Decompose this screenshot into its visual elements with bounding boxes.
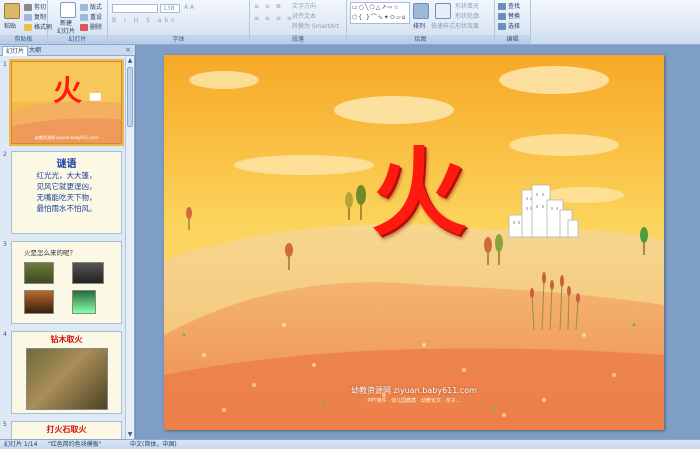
slide-index-status: 幻灯片 1/14 <box>4 441 38 448</box>
riddle-line: 红光光，大大篷， <box>36 171 97 180</box>
thumbnail-slide-3[interactable]: 火是怎么来的呢？ <box>11 241 122 324</box>
photo-image <box>24 262 54 284</box>
photo-image <box>24 290 54 314</box>
svg-text:火: 火 <box>53 74 82 108</box>
riddle-title: 谜语 <box>56 159 77 170</box>
find-button[interactable]: 查找 <box>498 1 520 10</box>
thumbnail-list: 1 火 幼教资源网 ziyuan.baby611.com 2 谜语 红光光，大大… <box>0 57 126 439</box>
arrange-icon <box>413 3 429 19</box>
copy-button[interactable]: 复制 <box>24 12 46 21</box>
shape-fill-button[interactable]: 形状填充 <box>455 1 479 10</box>
paste-button[interactable]: 粘贴 <box>4 21 16 30</box>
editing-group: 查找 替换 选择 编辑 <box>495 0 531 45</box>
smartart-button[interactable]: 转换为 SmartArt <box>292 21 339 30</box>
watermark-text: 幼教资源网 ziyuan.baby611.com <box>351 386 477 395</box>
editing-label: 编辑 <box>495 35 530 44</box>
scissors-icon <box>24 4 32 11</box>
thumbnail-slide-1[interactable]: 火 幼教资源网 ziyuan.baby611.com <box>9 59 124 146</box>
brush-icon <box>24 24 32 31</box>
drawing-group: ▭○╲⬠△↗⇨☆ ⬡{ }⌒∿✦⬭▱⌂ 排列 快速样式 形状填充 形状轮廓 形状效… <box>347 0 495 45</box>
scroll-up-icon[interactable]: ▲ <box>126 57 134 65</box>
thumb5-caption: 打火石取火 <box>46 424 87 434</box>
slides-label: 幻灯片 <box>48 35 107 44</box>
drawing-label: 绘图 <box>347 35 494 44</box>
photo-image <box>72 262 104 284</box>
theme-status: "红色简约色块模板" <box>48 441 102 448</box>
thumb-number: 3 <box>3 241 7 248</box>
find-icon <box>498 3 506 10</box>
quick-styles-button[interactable]: 快速样式 <box>431 21 455 30</box>
riddle-line: 无嘴能吃天下物， <box>36 193 97 202</box>
new-slide-button-line2[interactable]: 幻灯片 <box>57 26 75 35</box>
reset-icon <box>80 14 88 21</box>
photo-image <box>26 348 108 410</box>
shapes-gallery[interactable]: ▭○╲⬠△↗⇨☆ ⬡{ }⌒∿✦⬭▱⌂ <box>350 2 410 24</box>
text-direction-button[interactable]: 文字方向 <box>292 1 316 10</box>
slides-group: 新建 幻灯片 版式 重设 删除 幻灯片 <box>48 0 108 45</box>
panel-tabs: 幻灯片 大纲 × <box>0 45 135 56</box>
thumbnail-slide-4[interactable]: 钻木取火 <box>11 331 122 414</box>
font-size-combo[interactable]: 138 <box>160 4 180 13</box>
layout-icon <box>80 4 88 11</box>
thumbnail-scrollbar[interactable]: ▲ ▼ <box>125 57 134 439</box>
replace-button[interactable]: 替换 <box>498 11 520 20</box>
paste-icon <box>4 3 20 19</box>
arrange-button[interactable]: 排列 <box>413 21 425 30</box>
thumb-number: 5 <box>3 421 7 428</box>
select-icon <box>498 23 506 30</box>
quick-styles-icon <box>435 3 451 19</box>
clipboard-group: 粘贴 剪切 复制 格式刷 剪贴板 <box>0 0 52 45</box>
clipboard-label: 剪贴板 <box>0 35 47 44</box>
delete-icon <box>80 24 88 31</box>
cut-button[interactable]: 剪切 <box>24 2 46 11</box>
copy-icon <box>24 14 32 21</box>
thumb-number: 4 <box>3 331 7 338</box>
slides-panel: 幻灯片 大纲 × 1 火 幼教资源网 ziyuan.baby611.com 2 … <box>0 45 135 439</box>
align-text-button[interactable]: 对齐文本 <box>292 11 316 20</box>
thumbnail-slide-5[interactable]: 打火石取火 <box>11 421 122 439</box>
layout-button[interactable]: 版式 <box>80 2 102 11</box>
scroll-down-icon[interactable]: ▼ <box>126 431 134 439</box>
slide-canvas: 火 幼教资源网 ziyuan.baby611.com PPT课件 · 幼儿园教案… <box>136 45 700 439</box>
thumb1-scene: 火 <box>12 62 121 143</box>
close-icon[interactable]: × <box>125 46 131 54</box>
reset-button[interactable]: 重设 <box>80 12 102 21</box>
replace-icon <box>498 13 506 20</box>
thumb4-caption: 钻木取火 <box>50 334 83 344</box>
status-bar: 幻灯片 1/14 "红色简约色块模板" 中文(简体，中国) <box>0 439 700 449</box>
photo-image <box>72 290 96 314</box>
delete-button[interactable]: 删除 <box>80 22 102 31</box>
thumb-number: 1 <box>3 61 7 68</box>
watermark-subtext: PPT课件 · 幼儿园教案 · 幼教论文 · 亲子... <box>367 398 461 404</box>
scroll-thumb[interactable] <box>127 67 133 127</box>
font-name-combo[interactable] <box>112 4 158 13</box>
align-buttons[interactable]: ≡ ≡ ≡ ≡ <box>254 15 294 22</box>
riddle-line: 见风它就更逞凶， <box>36 182 97 191</box>
language-status[interactable]: 中文(简体，中国) <box>130 440 177 449</box>
ribbon: 粘贴 剪切 复制 格式刷 剪贴板 新建 幻灯片 版式 重设 删除 幻灯片 138… <box>0 0 700 45</box>
thumbnail-slide-2[interactable]: 谜语 红光光，大大篷， 见风它就更逞凶， 无嘴能吃天下物， 最怕雨水不怕风。 <box>11 151 122 234</box>
font-label: 字体 <box>108 35 249 44</box>
tab-outline[interactable]: 大纲 <box>26 46 44 56</box>
select-button[interactable]: 选择 <box>498 21 520 30</box>
tab-slides[interactable]: 幻灯片 <box>2 46 29 56</box>
font-size-buttons[interactable]: A A <box>184 4 194 11</box>
paragraph-label: 段落 <box>250 35 346 44</box>
shape-outline-button[interactable]: 形状轮廓 <box>455 11 479 20</box>
thumb3-question: 火是怎么来的呢？ <box>24 249 76 257</box>
slide-title[interactable]: 火 <box>364 133 474 253</box>
riddle-line: 最怕雨水不怕风。 <box>36 204 97 213</box>
font-group: 138 A A B I U S abc 字体 <box>108 0 250 45</box>
thumb-number: 2 <box>3 151 7 158</box>
shape-effects-button[interactable]: 形状效果 <box>455 21 479 30</box>
new-slide-icon <box>60 2 76 18</box>
thumb1-footer: 幼教资源网 ziyuan.baby611.com <box>35 135 98 140</box>
current-slide[interactable]: 火 幼教资源网 ziyuan.baby611.com PPT课件 · 幼儿园教案… <box>164 55 664 430</box>
paragraph-group: ≡ ≡ ≣ ≡ ≡ ≡ ≡ 文字方向 对齐文本 转换为 SmartArt 段落 <box>250 0 347 45</box>
list-buttons[interactable]: ≡ ≡ ≣ <box>254 3 283 10</box>
font-style-buttons[interactable]: B I U S abc <box>112 17 178 24</box>
